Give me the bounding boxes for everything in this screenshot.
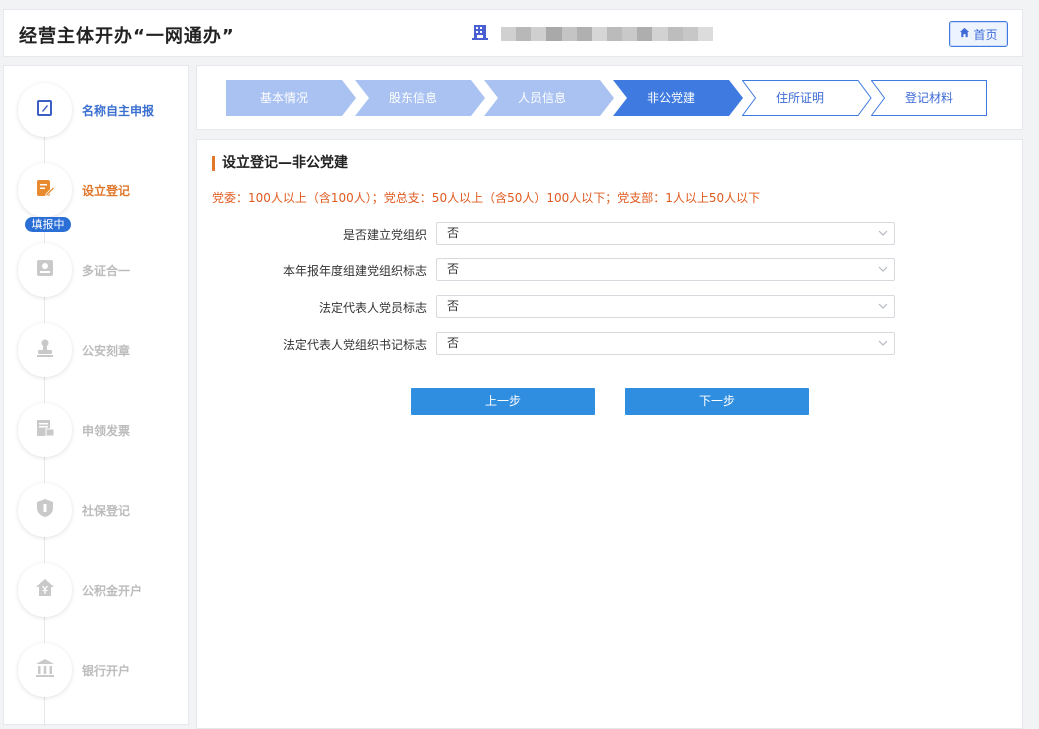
sidebar-item-label: 公安刻章 [82,343,131,358]
step-label: 住所证明 [775,91,824,105]
step-label: 登记材料 [904,91,953,105]
select-value: 否 [447,336,460,350]
bank-icon [34,657,56,683]
sidebar-item-circle [18,163,72,217]
shield-icon [34,497,56,523]
sidebar-item-circle [18,243,72,297]
field-label: 是否建立党组织 [342,228,427,242]
sidebar-item-label: 社保登记 [82,503,131,518]
process-sidebar: 名称自主申报 设立登记 填报中 多证合一 公安刻章 申领发票 社保登记 公积金开… [3,65,189,726]
prev-step-button[interactable]: 上一步 [411,388,595,415]
legal-rep-secretary-select[interactable]: 否 [436,332,895,355]
sidebar-item-circle [18,563,72,617]
section-title: 设立登记—非公党建 [212,156,348,171]
blurred-organization-name [501,27,713,41]
home-button[interactable]: 首页 [949,21,1008,47]
next-step-button[interactable]: 下一步 [625,388,809,415]
form-row-annual-party-org: 本年报年度组建党组织标志 否 [197,258,1024,282]
sidebar-item-bank-account[interactable]: 银行开户 [18,642,188,698]
organization-display [471,23,713,45]
sidebar-item-invoice[interactable]: 申领发票 [18,402,188,458]
form-row-legal-rep-member: 法定代表人党员标志 否 [197,295,1024,319]
status-badge: 填报中 [25,217,71,232]
form-row-legal-rep-secretary: 法定代表人党组织书记标志 否 [197,332,1024,356]
sidebar-item-establishment[interactable]: 设立登记 [18,162,188,218]
step-label: 人员信息 [517,91,566,105]
form-stepper: 基本情况 股东信息 人员信息 非公党建 住所证明 登记材料 [196,65,1023,130]
sidebar-item-label: 银行开户 [82,663,131,678]
sidebar-item-circle [18,643,72,697]
home-icon [959,27,970,41]
sidebar-item-housing-fund[interactable]: 公积金开户 [18,562,188,618]
sidebar-item-label: 名称自主申报 [82,103,155,118]
sidebar-item-multi-license[interactable]: 多证合一 [18,242,188,298]
party-org-notice: 党委：100人以上（含100人）；党总支：50人以上（含50人）100人以下；党… [212,191,761,205]
sidebar-item-label: 公积金开户 [82,583,143,598]
form-row-party-org: 是否建立党组织 否 [197,222,1024,246]
document-pen-icon [34,177,56,203]
sidebar-item-circle [18,403,72,457]
page-title: 经营主体开办“一网通办” [19,26,235,47]
sidebar-item-label: 多证合一 [82,263,131,278]
party-org-select[interactable]: 否 [436,222,895,245]
sidebar-item-circle [18,323,72,377]
step-label: 股东信息 [388,91,437,105]
building-icon [471,23,489,45]
sidebar-item-social-security[interactable]: 社保登记 [18,482,188,538]
select-value: 否 [447,226,460,240]
legal-rep-member-select[interactable]: 否 [436,295,895,318]
main-content: 设立登记—非公党建 党委：100人以上（含100人）；党总支：50人以上（含50… [196,139,1023,729]
field-label: 本年报年度组建党组织标志 [282,264,427,278]
top-header: 经营主体开办“一网通办” 首页 [3,9,1023,57]
step-label: 基本情况 [259,91,308,105]
sidebar-item-police-seal[interactable]: 公安刻章 [18,322,188,378]
sidebar-item-label: 设立登记 [82,183,131,198]
step-label: 非公党建 [646,91,695,105]
invoice-icon [34,417,56,443]
select-value: 否 [447,299,460,313]
house-yen-icon [34,577,56,603]
field-label: 法定代表人党组织书记标志 [282,338,427,352]
sidebar-item-label: 申领发票 [82,423,131,438]
stamp-icon [34,337,56,363]
select-value: 否 [447,262,460,276]
home-button-label: 首页 [973,27,998,42]
sidebar-item-name-declaration[interactable]: 名称自主申报 [18,82,188,138]
form-edit-icon [34,97,56,123]
sidebar-item-circle [18,83,72,137]
sidebar-item-circle [18,483,72,537]
id-card-icon [34,257,56,283]
field-label: 法定代表人党员标志 [318,301,427,315]
annual-party-org-select[interactable]: 否 [436,258,895,281]
